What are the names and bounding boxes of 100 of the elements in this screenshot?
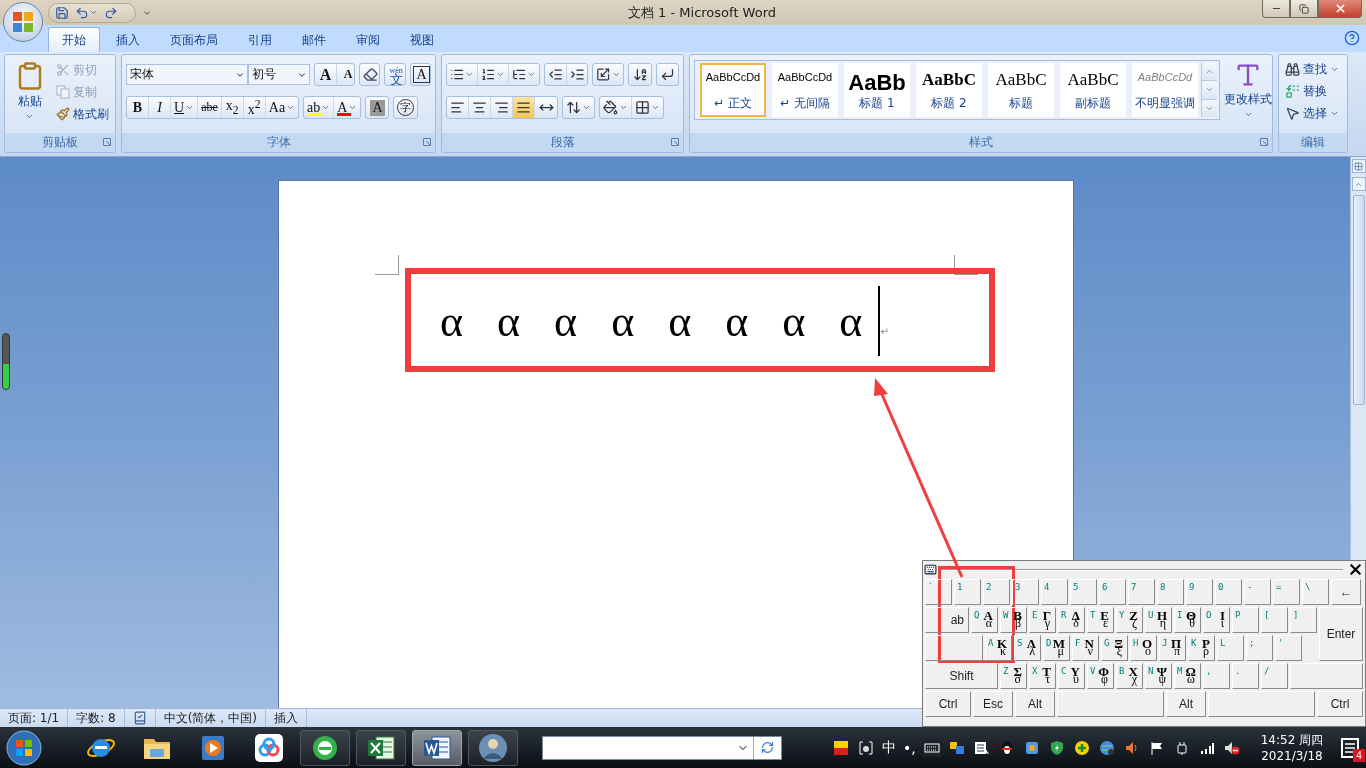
font-format-button[interactable]: U — [171, 97, 199, 118]
ribbon-tab[interactable]: 插入 — [102, 27, 154, 52]
keyboard-key[interactable]: 2 — [983, 579, 1010, 605]
paste-button[interactable]: 粘贴 — [9, 59, 50, 129]
style-item[interactable]: AaBbC 标题 2 — [916, 63, 982, 117]
keyboard-key[interactable]: U Ηη — [1145, 607, 1172, 633]
font-format-button[interactable]: A — [337, 64, 354, 85]
keyboard-key[interactable]: - — [1244, 579, 1271, 605]
keyboard-key[interactable]: Ctrl — [925, 691, 971, 717]
keyboard-key[interactable]: E Γγ — [1029, 607, 1056, 633]
taskbar-app[interactable] — [300, 729, 350, 766]
keyboard-key[interactable]: C Υυ — [1058, 663, 1085, 689]
font-format-button[interactable]: ab — [304, 97, 335, 118]
keyboard-key[interactable]: V Φ φ — [1087, 663, 1114, 689]
font-size-field[interactable]: 初号 — [248, 64, 310, 85]
keyboard-key[interactable]: P — [1232, 607, 1259, 633]
taskbar-app[interactable] — [412, 729, 462, 766]
ribbon-tab[interactable]: 邮件 — [288, 27, 340, 52]
tray-button[interactable] — [1072, 738, 1091, 757]
editing-item[interactable]: 替换 — [1283, 80, 1343, 102]
keyboard-key[interactable] — [1057, 691, 1164, 717]
restore-button[interactable] — [1290, 0, 1318, 18]
clock[interactable]: 14:52 周四 2021/3/18 — [1260, 731, 1324, 764]
paragraph-button[interactable] — [600, 97, 632, 118]
font-format-button[interactable]: I — [149, 97, 171, 118]
keyboard-key[interactable]: 9 — [1186, 579, 1213, 605]
editing-item[interactable]: 查找 — [1283, 58, 1343, 80]
keyboard-key[interactable]: ' — [1275, 635, 1302, 661]
tray-button[interactable] — [1097, 738, 1116, 757]
keyboard-key[interactable]: 3 — [1012, 579, 1039, 605]
keyboard-key[interactable] — [1208, 691, 1315, 717]
keyboard-key[interactable]: K Ρρ — [1188, 635, 1215, 661]
keyboard-key[interactable]: F Νν — [1072, 635, 1099, 661]
ime-status-text[interactable]: •, — [903, 739, 916, 756]
keyboard-key[interactable]: H Οο — [1130, 635, 1157, 661]
ribbon-tab[interactable]: 视图 — [396, 27, 448, 52]
keyboard-key[interactable]: 6 — [1099, 579, 1126, 605]
style-item[interactable]: AaBb 标题 1 — [844, 63, 910, 117]
keyboard-key[interactable]: ] — [1290, 607, 1317, 633]
keyboard-key[interactable]: Alt — [1166, 691, 1206, 717]
editing-item[interactable]: 选择 — [1283, 102, 1343, 124]
style-item[interactable]: AaBbCcDd ↵ 正文 — [700, 63, 766, 117]
keyboard-key[interactable]: 4 — [1041, 579, 1068, 605]
font-format-button[interactable]: abe — [198, 97, 222, 118]
undo-button[interactable] — [75, 5, 98, 20]
keyboard-key[interactable]: Ctrl — [1317, 691, 1363, 717]
ribbon-tab[interactable]: 页面布局 — [156, 27, 232, 52]
keyboard-key[interactable]: ; — [1246, 635, 1273, 661]
keyboard-key[interactable]: , — [1203, 663, 1230, 689]
keyboard-key[interactable]: \ — [1302, 579, 1329, 605]
keyboard-key[interactable]: A Κκ — [985, 635, 1012, 661]
keyboard-key[interactable]: M Ω ω — [1174, 663, 1201, 689]
keyboard-key[interactable]: O Ιι — [1203, 607, 1230, 633]
keyboard-key[interactable]: Shift — [925, 663, 998, 689]
style-item[interactable]: AaBbC 副标题 — [1060, 63, 1126, 117]
paragraph-button[interactable] — [513, 97, 535, 118]
keyboard-key[interactable]: Y Ζζ — [1116, 607, 1143, 633]
minimize-button[interactable] — [1262, 0, 1290, 18]
keyboard-key[interactable]: Z Σσ — [1000, 663, 1027, 689]
help-button[interactable] — [1344, 30, 1360, 46]
keyboard-key[interactable]: Alt — [1015, 691, 1055, 717]
keyboard-key[interactable]: Enter — [1319, 607, 1363, 661]
tray-button[interactable] — [832, 738, 850, 757]
font-format-button[interactable]: x$^{2}$ — [243, 97, 266, 118]
start-button[interactable] — [4, 729, 44, 766]
keyboard-key[interactable]: / — [1261, 663, 1288, 689]
close-button[interactable] — [1347, 561, 1364, 578]
keyboard-key[interactable]: [ — [1261, 607, 1288, 633]
keyboard-key[interactable] — [1290, 663, 1363, 689]
taskbar-app[interactable] — [356, 729, 406, 766]
clipboard-item[interactable]: 格式刷 — [54, 103, 111, 125]
save-button[interactable] — [55, 5, 69, 20]
keyboard-key[interactable]: R Δδ — [1058, 607, 1085, 633]
keyboard-key[interactable]: Q Αα — [971, 607, 998, 633]
ime-status-text[interactable]: 中 — [882, 738, 896, 757]
font-format-button[interactable]: x$_{2}$ — [221, 97, 244, 118]
keyboard-key[interactable]: ← — [1331, 579, 1361, 605]
keyboard-key[interactable]: ab — [925, 607, 969, 633]
keyboard-key[interactable]: I Θθ — [1174, 607, 1201, 633]
font-format-button[interactable]: B — [127, 97, 149, 118]
keyboard-key[interactable]: . — [1232, 663, 1259, 689]
style-item[interactable]: AaBbC 标题 — [988, 63, 1054, 117]
keyboard-key[interactable]: Esc — [973, 691, 1013, 717]
font-format-button[interactable]: A — [334, 97, 361, 118]
ribbon-tab[interactable]: 开始 — [48, 27, 100, 52]
keyboard-key[interactable]: S Λλ — [1014, 635, 1041, 661]
keyboard-key[interactable]: 8 — [1157, 579, 1184, 605]
ribbon-tab[interactable]: 引用 — [234, 27, 286, 52]
keyboard-key[interactable]: L — [1217, 635, 1244, 661]
keyboard-key[interactable]: 7 — [1128, 579, 1155, 605]
keyboard-key[interactable]: 0 — [1215, 579, 1242, 605]
change-styles-button[interactable]: 更改样式 — [1224, 59, 1272, 129]
keyboard-key[interactable] — [925, 635, 983, 661]
keyboard-key[interactable]: N Ψ ψ — [1145, 663, 1172, 689]
ruler-toggle-button[interactable] — [1351, 159, 1366, 173]
proofing-icon[interactable] — [132, 711, 147, 725]
keyboard-key[interactable]: ` — [925, 579, 952, 605]
font-format-button[interactable]: wén 文 — [385, 64, 405, 85]
keyboard-key[interactable]: J Ππ — [1159, 635, 1186, 661]
keyboard-key[interactable]: G Ξξ — [1101, 635, 1128, 661]
